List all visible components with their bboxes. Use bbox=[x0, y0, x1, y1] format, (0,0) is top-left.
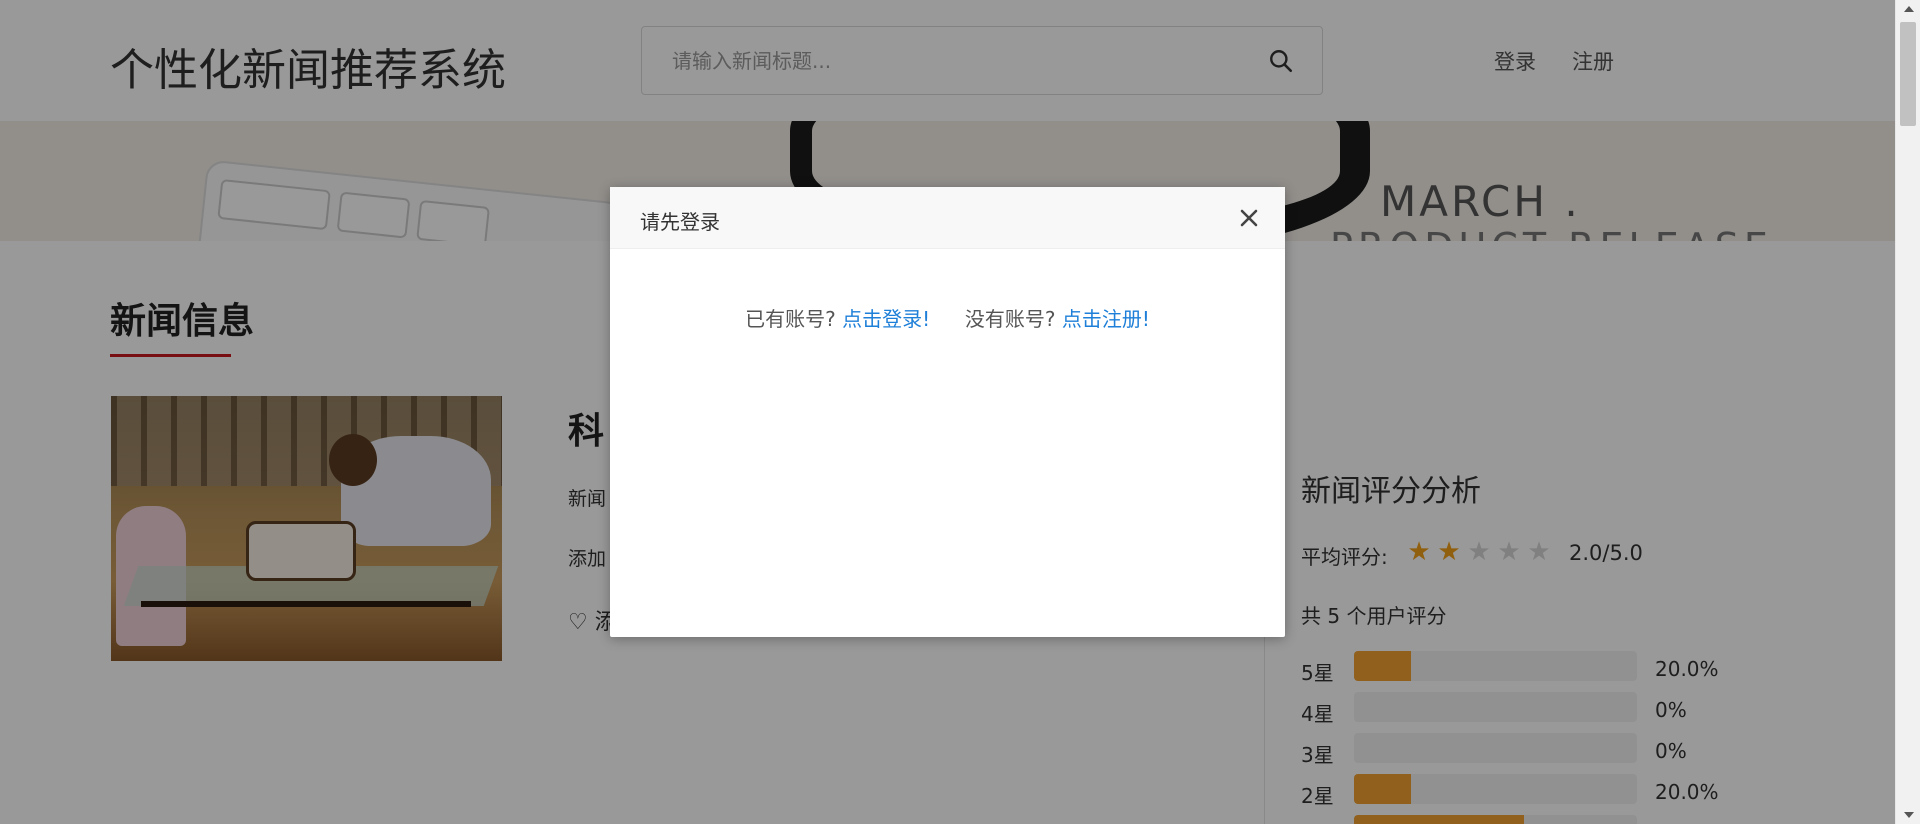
register-link[interactable]: 点击注册! bbox=[1062, 307, 1150, 331]
modal-title: 请先登录 bbox=[640, 210, 720, 234]
login-link[interactable]: 点击登录! bbox=[842, 307, 930, 331]
has-account-text: 已有账号? bbox=[745, 307, 836, 331]
modal-body: 已有账号? 点击登录! 没有账号? 点击注册! bbox=[610, 249, 1285, 332]
scroll-up-arrow-icon[interactable] bbox=[1904, 6, 1914, 12]
login-required-modal: 请先登录 已有账号? 点击登录! 没有账号? 点击注册! bbox=[610, 187, 1285, 637]
modal-header: 请先登录 bbox=[610, 187, 1285, 249]
scroll-down-arrow-icon[interactable] bbox=[1904, 812, 1914, 818]
scrollbar-thumb[interactable] bbox=[1900, 22, 1916, 126]
no-account-text: 没有账号? bbox=[964, 307, 1056, 331]
close-icon[interactable] bbox=[1237, 206, 1261, 230]
page-scrollbar[interactable] bbox=[1895, 0, 1920, 824]
